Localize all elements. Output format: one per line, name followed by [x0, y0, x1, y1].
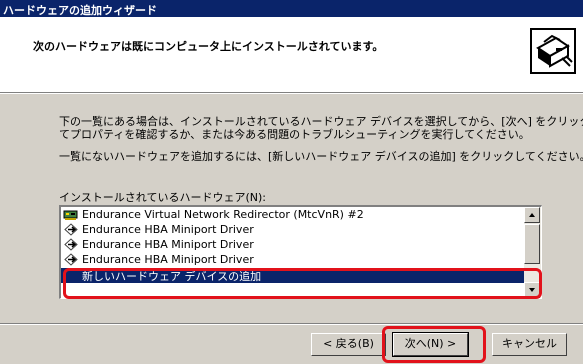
wizard-header: 次のハードウェアは既にコンピュータ上にインストールされています。	[0, 17, 583, 93]
scsi-adapter-icon	[64, 223, 78, 236]
footer-divider-highlight	[0, 324, 583, 325]
list-item-add-new-device[interactable]: 新しいハードウェア デバイスの追加	[61, 268, 524, 283]
installed-hardware-label: インストールされているハードウェア(N):	[59, 191, 266, 204]
list-item[interactable]: Endurance HBA Miniport Driver	[61, 252, 524, 267]
network-card-icon	[63, 210, 78, 220]
arrow-up-icon	[529, 213, 535, 217]
installed-hardware-list[interactable]: Endurance Virtual Network Redirector (Mt…	[59, 205, 542, 299]
list-item[interactable]: Endurance Virtual Network Redirector (Mt…	[61, 207, 524, 222]
window-title: ハードウェアの追加ウィザード	[3, 4, 157, 17]
scroll-up-button[interactable]	[524, 207, 540, 223]
header-divider	[0, 93, 583, 94]
list-item[interactable]: Endurance HBA Miniport Driver	[61, 237, 524, 252]
list-item[interactable]: Endurance HBA Miniport Driver	[61, 222, 524, 237]
wizard-hardware-icon	[530, 28, 576, 74]
back-button[interactable]: < 戻る(B)	[311, 333, 386, 356]
scroll-down-button[interactable]	[524, 282, 540, 298]
instruction-line-2: てプロパティを確認するか、または今ある問題のトラブルシューティングを実行してくだ…	[59, 128, 530, 141]
list-scrollbar[interactable]	[524, 207, 541, 298]
title-bar[interactable]: ハードウェアの追加ウィザード	[0, 0, 583, 17]
scroll-thumb[interactable]	[524, 224, 540, 264]
scsi-adapter-icon	[64, 238, 78, 251]
page-heading: 次のハードウェアは既にコンピュータ上にインストールされています。	[33, 40, 384, 53]
instruction-add-new: 一覧にないハードウェアを追加するには、[新しいハードウェア デバイスの追加] を…	[59, 150, 583, 163]
cancel-button[interactable]: キャンセル	[492, 333, 567, 356]
add-hardware-wizard-window: ハードウェアの追加ウィザード 次のハードウェアは既にコンピュータ上にインストール…	[0, 0, 583, 364]
arrow-down-icon	[529, 288, 535, 292]
instruction-line-1: 下の一覧にある場合は、インストールされているハードウェア デバイスを選択してから…	[59, 115, 583, 128]
next-button[interactable]: 次へ(N) >	[392, 332, 469, 357]
scsi-adapter-icon	[64, 253, 78, 266]
